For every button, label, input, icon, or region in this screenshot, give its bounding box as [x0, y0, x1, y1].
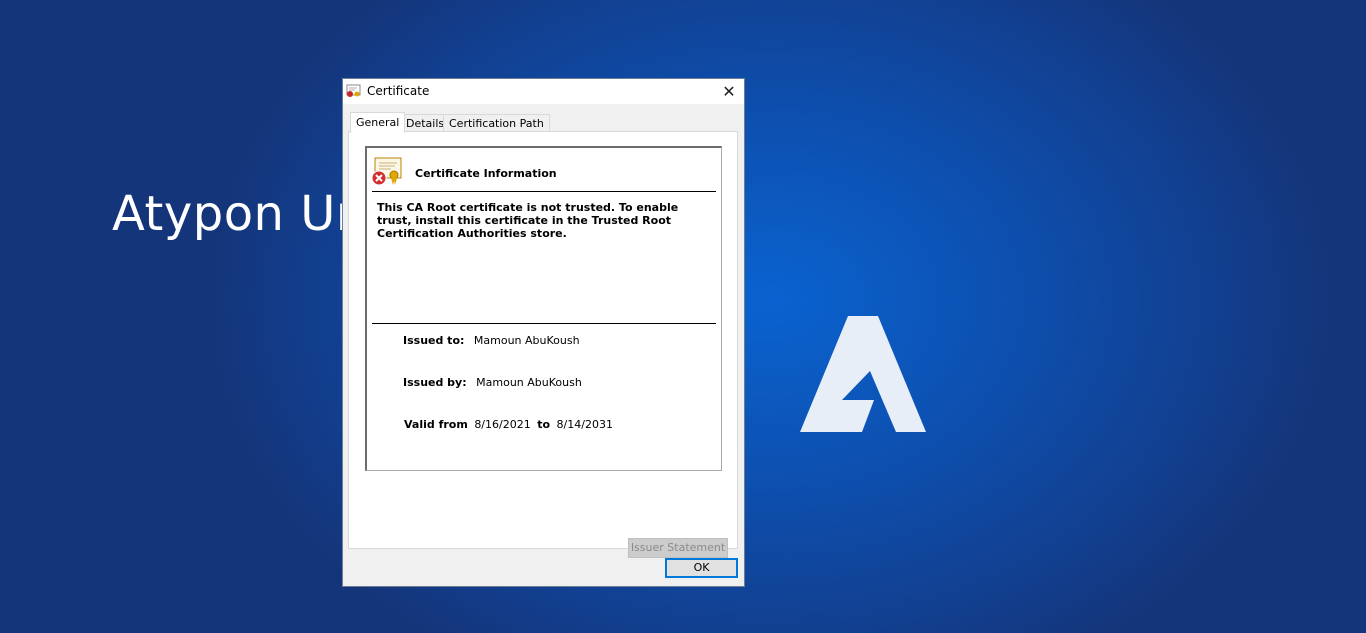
atypon-logo-icon: [800, 316, 926, 432]
certificate-dialog: Certificate ✕ General Details Certificat…: [342, 78, 745, 587]
issued-by-value: Mamoun AbuKoush: [476, 376, 582, 389]
tab-certification-path[interactable]: Certification Path: [443, 114, 550, 132]
issued-to-label: Issued to:: [403, 334, 465, 347]
tab-general[interactable]: General: [350, 112, 406, 133]
trust-warning-message: This CA Root certificate is not trusted.…: [377, 201, 679, 240]
valid-to-value: 8/14/2031: [556, 418, 613, 431]
certificate-information-box: Certificate Information This CA Root cer…: [365, 146, 722, 471]
issued-by-row: Issued by: Mamoun AbuKoush: [403, 376, 582, 389]
valid-from-value: 8/16/2021: [474, 418, 531, 431]
issued-to-value: Mamoun AbuKoush: [473, 334, 580, 347]
heading-divider: [372, 191, 716, 192]
issued-to-row: Issued to: Mamoun AbuKoush: [403, 334, 580, 347]
dialog-titlebar: Certificate ✕: [343, 79, 744, 104]
general-tab-panel: Certificate Information This CA Root cer…: [348, 131, 738, 558]
close-button[interactable]: ✕: [714, 79, 744, 104]
issuer-statement-button[interactable]: Issuer Statement: [628, 538, 728, 558]
ok-button[interactable]: OK: [665, 558, 738, 578]
background-title: Atypon Ur: [112, 186, 357, 242]
close-icon: ✕: [722, 82, 736, 101]
dialog-title: Certificate: [367, 84, 430, 98]
validity-row: Valid from 8/16/2021 to 8/14/2031: [404, 418, 613, 431]
valid-to-label: to: [537, 418, 551, 431]
certificate-error-icon: [371, 157, 402, 186]
certificate-information-heading: Certificate Information: [415, 167, 557, 180]
issued-by-label: Issued by:: [403, 376, 467, 389]
details-divider: [372, 323, 716, 324]
valid-from-label: Valid from: [404, 418, 468, 431]
certificate-icon: [346, 84, 361, 97]
